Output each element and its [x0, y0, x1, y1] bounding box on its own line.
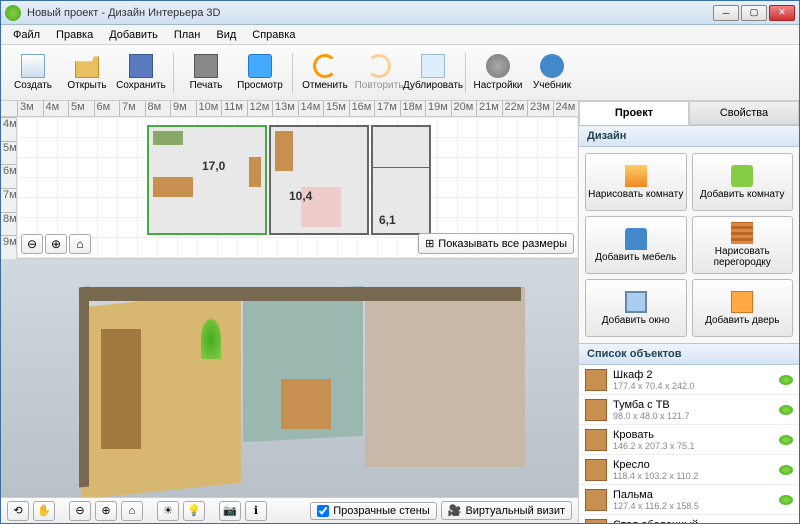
design-section-header: Дизайн — [579, 125, 799, 147]
titlebar: Новый проект - Дизайн Интерьера 3D ─ ▢ ✕ — [1, 1, 799, 25]
wall-icon — [731, 222, 753, 244]
menu-Справка[interactable]: Справка — [244, 27, 303, 43]
light-button[interactable]: ☀ — [157, 501, 179, 521]
view-3d-canvas[interactable] — [1, 259, 578, 497]
visibility-toggle-icon[interactable] — [779, 435, 793, 445]
tab-properties[interactable]: Свойства — [689, 101, 799, 125]
object-list[interactable]: Шкаф 2177.4 x 70.4 x 242.0Тумба с ТВ98.0… — [579, 365, 799, 523]
menu-Правка[interactable]: Правка — [48, 27, 101, 43]
object-thumbnail-icon — [585, 369, 607, 391]
plan-canvas-2d[interactable]: 17,0 10,4 6,1 ⊖ ⊕ ⌂ — [17, 117, 578, 259]
toolbar-dup-button[interactable]: Дублировать — [407, 49, 459, 97]
room-area-2: 10,4 — [289, 189, 312, 203]
rotate-button[interactable]: ⟲ — [7, 501, 29, 521]
virtual-visit-button[interactable]: 🎥Виртуальный визит — [441, 501, 572, 520]
set-icon — [486, 54, 510, 78]
undo-icon — [313, 54, 337, 78]
design-door-button[interactable]: Добавить дверь — [692, 279, 794, 337]
transparent-walls-checkbox[interactable]: Прозрачные стены — [310, 502, 436, 520]
zoom-in-3d-button[interactable]: ⊕ — [95, 501, 117, 521]
ruler-horizontal: 3м4м5м6м7м8м9м10м11м12м13м14м15м16м17м18… — [1, 101, 578, 117]
toolbar-new-button[interactable]: Создать — [7, 49, 59, 97]
zoom-out-3d-button[interactable]: ⊖ — [69, 501, 91, 521]
object-item[interactable]: Стол обеденный90.0 x 90.2 x 71.7 — [579, 515, 799, 523]
new-icon — [21, 54, 45, 78]
object-thumbnail-icon — [585, 459, 607, 481]
show-dimensions-button[interactable]: ⊞Показывать все размеры — [418, 233, 574, 254]
menu-Вид[interactable]: Вид — [208, 27, 244, 43]
close-button[interactable]: ✕ — [769, 5, 795, 21]
pan-button[interactable]: ✋ — [33, 501, 55, 521]
dup-icon — [421, 54, 445, 78]
save-icon — [129, 54, 153, 78]
room-1[interactable] — [147, 125, 267, 235]
menu-План[interactable]: План — [166, 27, 209, 43]
app-icon — [5, 5, 21, 21]
toolbar-undo-button[interactable]: Отменить — [299, 49, 351, 97]
visibility-toggle-icon[interactable] — [779, 495, 793, 505]
minimize-button[interactable]: ─ — [713, 5, 739, 21]
open-icon — [75, 54, 99, 78]
camera-button[interactable]: 📷 — [219, 501, 241, 521]
design-addroom-button[interactable]: Добавить комнату — [692, 153, 794, 211]
draw-icon — [625, 165, 647, 187]
object-item[interactable]: Кровать146.2 x 207.3 x 75.1 — [579, 425, 799, 455]
object-item[interactable]: Кресло118.4 x 103.2 x 110.2 — [579, 455, 799, 485]
right-panel: Проект Свойства Дизайн Нарисовать комнат… — [579, 101, 799, 523]
visibility-toggle-icon[interactable] — [779, 465, 793, 475]
toolbar-print-button[interactable]: Печать — [180, 49, 232, 97]
window-icon — [625, 291, 647, 313]
redo-icon — [367, 54, 391, 78]
object-item[interactable]: Шкаф 2177.4 x 70.4 x 242.0 — [579, 365, 799, 395]
objects-section-header: Список объектов — [579, 343, 799, 365]
zoom-out-button[interactable]: ⊖ — [21, 234, 43, 254]
menu-Добавить[interactable]: Добавить — [101, 27, 166, 43]
home-view-button[interactable]: ⌂ — [69, 234, 91, 254]
tab-project[interactable]: Проект — [579, 101, 689, 125]
design-window-button[interactable]: Добавить окно — [585, 279, 687, 337]
menubar: ФайлПравкаДобавитьПланВидСправка — [1, 25, 799, 45]
object-item[interactable]: Тумба с ТВ98.0 x 48.0 x 121.7 — [579, 395, 799, 425]
zoom-in-button[interactable]: ⊕ — [45, 234, 67, 254]
view-icon — [248, 54, 272, 78]
door-icon — [731, 291, 753, 313]
design-draw-button[interactable]: Нарисовать комнату — [585, 153, 687, 211]
toolbar-redo-button[interactable]: Повторить — [353, 49, 405, 97]
light2-button[interactable]: 💡 — [183, 501, 205, 521]
room-area-3: 6,1 — [379, 213, 396, 227]
design-wall-button[interactable]: Нарисовать перегородку — [692, 216, 794, 274]
help-icon — [540, 54, 564, 78]
toolbar: СоздатьОткрытьСохранить ПечатьПросмотр Отм… — [1, 45, 799, 101]
addroom-icon — [731, 165, 753, 187]
visibility-toggle-icon[interactable] — [779, 375, 793, 385]
object-thumbnail-icon — [585, 429, 607, 451]
room-2[interactable] — [269, 125, 369, 235]
maximize-button[interactable]: ▢ — [741, 5, 767, 21]
toolbar-open-button[interactable]: Открыть — [61, 49, 113, 97]
print-icon — [194, 54, 218, 78]
design-furn-button[interactable]: Добавить мебель — [585, 216, 687, 274]
reset-view-button[interactable]: ⌂ — [121, 501, 143, 521]
toolbar-save-button[interactable]: Сохранить — [115, 49, 167, 97]
object-thumbnail-icon — [585, 399, 607, 421]
furn-icon — [625, 228, 647, 250]
object-item[interactable]: Пальма127.4 x 116.2 x 158.5 — [579, 485, 799, 515]
ruler-vertical: 4м5м6м7м8м9м — [1, 117, 17, 259]
window-title: Новый проект - Дизайн Интерьера 3D — [27, 7, 713, 19]
menu-Файл[interactable]: Файл — [5, 27, 48, 43]
toolbar-set-button[interactable]: Настройки — [472, 49, 524, 97]
info-button[interactable]: ℹ — [245, 501, 267, 521]
toolbar-view-button[interactable]: Просмотр — [234, 49, 286, 97]
room-area-1: 17,0 — [202, 159, 225, 173]
bottom-toolbar: ⟲ ✋ ⊖ ⊕ ⌂ ☀ 💡 📷 ℹ Прозрачные стены 🎥Вирт… — [1, 497, 578, 523]
object-thumbnail-icon — [585, 519, 607, 524]
toolbar-help-button[interactable]: Учебник — [526, 49, 578, 97]
visibility-toggle-icon[interactable] — [779, 405, 793, 415]
object-thumbnail-icon — [585, 489, 607, 511]
